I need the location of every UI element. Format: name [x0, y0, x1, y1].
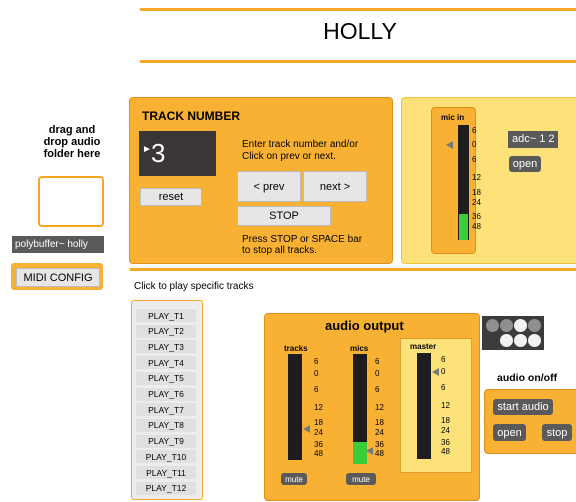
stop-tracks-button[interactable]: STOP: [237, 206, 331, 226]
audio-open-button[interactable]: open: [493, 424, 526, 441]
audio-stop-button[interactable]: stop: [542, 424, 572, 441]
master-level-marker[interactable]: [432, 368, 439, 376]
play-track-button[interactable]: PLAY_T11: [136, 466, 196, 479]
click-to-play-label: Click to play specific tracks: [134, 281, 254, 292]
tracks-level-marker[interactable]: [303, 425, 310, 433]
top-divider: [140, 8, 576, 11]
mic-in-meter: [458, 125, 469, 240]
play-track-button[interactable]: PLAY_T1: [136, 309, 196, 322]
tracks-meter-label: tracks: [284, 344, 308, 353]
play-track-button[interactable]: PLAY_T10: [136, 450, 196, 464]
mic-in-meter-level: [459, 214, 468, 240]
prev-button[interactable]: < prev: [237, 171, 301, 202]
master-section: [400, 338, 472, 473]
mics-mute-button[interactable]: mute: [346, 473, 376, 485]
dac-dot: [528, 334, 541, 347]
mic-in-scale: 6 0 6 12 18 24 36 48: [472, 126, 481, 231]
drop-zone[interactable]: [38, 176, 104, 227]
master-meter-label: master: [410, 342, 437, 351]
mics-meter-label: mics: [350, 344, 369, 353]
stop-help-text: Press STOP or SPACE bar to stop all trac…: [242, 234, 363, 256]
title-divider: [140, 60, 576, 63]
dac-dot: [514, 334, 527, 347]
play-track-button[interactable]: PLAY_T4: [136, 356, 196, 370]
master-scale: 6 0 6 12 18 24 36 48: [441, 355, 450, 456]
mic-in-label: mic in: [441, 113, 465, 122]
master-meter: [417, 353, 431, 459]
audio-output-heading: audio output: [325, 318, 404, 333]
tracks-scale: 6 0 6 12 18 24 36 48: [314, 357, 323, 458]
track-instructions: Enter track number and/or Click on prev …: [242, 139, 359, 162]
play-track-button[interactable]: PLAY_T9: [136, 434, 196, 448]
mics-level-marker[interactable]: [366, 447, 373, 455]
dac-indicator[interactable]: [482, 316, 544, 350]
play-track-button[interactable]: PLAY_T6: [136, 387, 196, 401]
next-button[interactable]: next >: [303, 171, 367, 202]
mics-meter: [353, 354, 367, 464]
dac-dot: [514, 319, 527, 332]
track-number-value: 3: [151, 138, 166, 168]
mic-meter-panel: [431, 107, 476, 254]
mics-meter-level: [353, 442, 367, 464]
dac-dot: [486, 319, 499, 332]
mic-panel: [401, 97, 576, 264]
start-audio-button[interactable]: start audio: [493, 399, 553, 415]
track-number-heading: TRACK NUMBER: [142, 109, 240, 123]
dac-dot: [500, 334, 513, 347]
track-number-box[interactable]: ► 3: [139, 131, 216, 176]
adc-open-button[interactable]: open: [509, 156, 541, 172]
dac-dot: [528, 319, 541, 332]
dac-dot: [500, 319, 513, 332]
midi-config-button[interactable]: MIDI CONFIG: [16, 268, 100, 287]
tracks-meter: [288, 354, 302, 460]
tracks-mute-button[interactable]: mute: [281, 473, 307, 485]
audio-onoff-heading: audio on/off: [497, 372, 558, 384]
mic-in-level-marker[interactable]: [446, 141, 453, 149]
reset-button[interactable]: reset: [140, 188, 202, 206]
drop-label: drag and drop audio folder here: [43, 124, 101, 160]
adc-object[interactable]: adc~ 1 2: [508, 131, 558, 148]
play-track-button[interactable]: PLAY_T3: [136, 340, 196, 354]
mics-scale: 6 0 6 12 18 24 36 48: [375, 357, 384, 458]
section-divider: [130, 268, 576, 271]
play-track-button[interactable]: PLAY_T5: [136, 371, 196, 385]
play-track-button[interactable]: PLAY_T8: [136, 418, 196, 432]
polybuffer-object[interactable]: polybuffer~ holly: [12, 236, 104, 253]
play-track-button[interactable]: PLAY_T12: [136, 481, 196, 495]
page-title: HOLLY: [323, 18, 397, 44]
play-track-button[interactable]: PLAY_T7: [136, 403, 196, 417]
play-track-button[interactable]: PLAY_T2: [136, 324, 196, 338]
